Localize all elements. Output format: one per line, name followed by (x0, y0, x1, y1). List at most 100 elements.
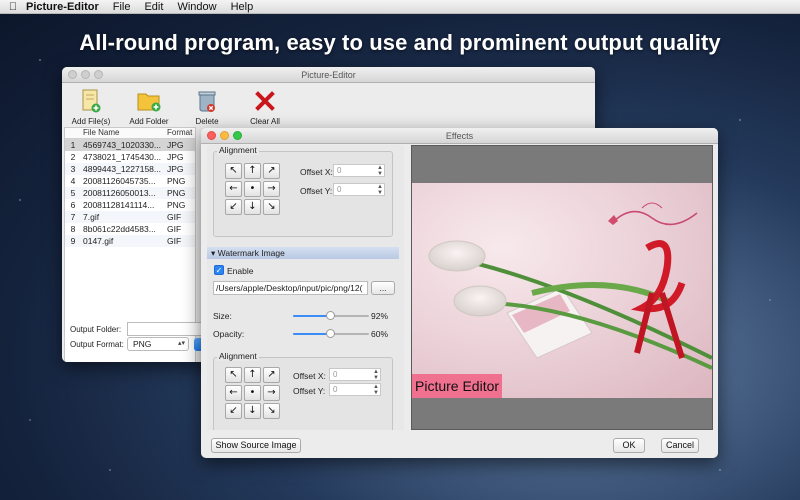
align-center-button[interactable]: • (244, 385, 261, 401)
format-cell: PNG (167, 200, 186, 210)
table-row[interactable]: 1 4569743_1020330... JPG (65, 139, 195, 151)
align-up-left-button[interactable]: ↖ (225, 367, 242, 383)
effects-bottom-bar: Show Source Image OK Cancel (201, 434, 718, 458)
align-down-button[interactable]: ↓ (244, 199, 261, 215)
main-titlebar[interactable]: Picture-Editor (62, 67, 595, 83)
minimize-icon[interactable] (220, 131, 229, 140)
offset-x-input-1[interactable]: 0 ▲ ▼ (333, 164, 385, 177)
file-name-cell: 8b061c22dd4583... (83, 224, 156, 234)
preview-area: Picture Editor (411, 145, 713, 430)
opacity-slider[interactable] (293, 329, 369, 338)
align-down-right-button[interactable]: ↘ (263, 199, 280, 215)
table-row[interactable]: 2 4738021_1745430... JPG (65, 151, 195, 163)
table-row[interactable]: 9 0147.gif GIF (65, 235, 195, 247)
align-right-button[interactable]: → (263, 385, 280, 401)
align-down-button[interactable]: ↓ (244, 403, 261, 419)
menu-edit[interactable]: Edit (144, 1, 163, 13)
offset-y-input-2[interactable]: 0 ▲ ▼ (329, 383, 381, 396)
browse-button[interactable]: ... (371, 281, 395, 295)
column-format[interactable]: Format (165, 128, 195, 138)
zoom-icon[interactable] (94, 70, 103, 79)
table-row[interactable]: 5 20081126050013... PNG (65, 187, 195, 199)
output-format-select[interactable]: PNG ▴▾ (127, 337, 189, 351)
offset-x-label-1: Offset X: (300, 167, 333, 177)
tulip-illustration (428, 202, 712, 370)
align-down-left-button[interactable]: ↙ (225, 403, 242, 419)
size-slider[interactable] (293, 311, 369, 320)
table-row[interactable]: 3 4899443_1227158... JPG (65, 163, 195, 175)
table-row[interactable]: 7 7.gif GIF (65, 211, 195, 223)
table-header: File Name Format (65, 128, 195, 139)
align-up-button[interactable]: ↑ (244, 367, 261, 383)
row-number: 2 (70, 152, 76, 162)
table-row[interactable]: 6 20081128141114... PNG (65, 199, 195, 211)
align-down-right-button[interactable]: ↘ (263, 403, 280, 419)
menu-help[interactable]: Help (231, 1, 254, 13)
chevron-updown-icon: ▴▾ (177, 340, 185, 347)
stepper-icon[interactable]: ▲ ▼ (373, 369, 379, 381)
row-number: 6 (70, 200, 76, 210)
delete-button[interactable]: Delete (178, 89, 236, 126)
add-folder-label: Add Folder (129, 117, 169, 126)
effects-settings-panel: Alignment ↖ ↑ ↗ ← • → ↙ ↓ ↘ Offset X: 0 ▲ ▼ Offse… (207, 145, 404, 430)
offset-y-label-1: Offset Y: (300, 186, 333, 196)
stepper-icon[interactable]: ▲ ▼ (373, 384, 379, 396)
output-folder-input[interactable] (127, 322, 202, 336)
apple-icon[interactable]:  (0, 1, 26, 13)
effects-window-title: Effects (445, 131, 474, 141)
align-up-button[interactable]: ↑ (244, 163, 261, 179)
format-cell: GIF (167, 212, 182, 222)
align-down-left-button[interactable]: ↙ (225, 199, 242, 215)
offset-y-input-1[interactable]: 0 ▲ ▼ (333, 183, 385, 196)
offset-x-input-2[interactable]: 0 ▲ ▼ (329, 368, 381, 381)
output-folder-label: Output Folder: (70, 325, 122, 334)
watermark-section-label: Watermark Image (217, 248, 285, 258)
watermark-text-overlay: Picture Editor (412, 374, 503, 398)
enable-checkbox[interactable]: ✓ (214, 265, 224, 275)
format-cell: JPG (167, 152, 184, 162)
align-up-right-button[interactable]: ↗ (263, 163, 280, 179)
menu-window[interactable]: Window (177, 1, 216, 13)
menu-file[interactable]: File (113, 1, 131, 13)
row-number: 9 (70, 236, 76, 246)
stepper-icon[interactable]: ▲ ▼ (377, 165, 383, 177)
align-up-right-button[interactable]: ↗ (263, 367, 280, 383)
minimize-icon[interactable] (81, 70, 90, 79)
red-x-icon (253, 89, 277, 113)
menu-app-name[interactable]: Picture-Editor (26, 1, 99, 13)
align-right-button[interactable]: → (263, 181, 280, 197)
effects-titlebar[interactable]: Effects (201, 128, 718, 144)
row-number: 8 (70, 224, 76, 234)
size-value: 92% (371, 311, 389, 321)
zoom-icon[interactable] (233, 131, 242, 140)
align-left-button[interactable]: ← (225, 385, 242, 401)
align-left-button[interactable]: ← (225, 181, 242, 197)
alignment-label-2: Alignment (217, 351, 259, 361)
opacity-label: Opacity: (213, 329, 245, 339)
alignment-grid-1: ↖ ↑ ↗ ← • → ↙ ↓ ↘ (225, 163, 280, 215)
stepper-icon[interactable]: ▲ ▼ (377, 184, 383, 196)
add-files-button[interactable]: Add File(s) (62, 89, 120, 126)
opacity-slider-knob[interactable] (326, 329, 335, 338)
show-source-image-button[interactable]: Show Source Image (211, 438, 301, 453)
close-icon[interactable] (207, 131, 216, 140)
add-folder-button[interactable]: Add Folder (120, 89, 178, 126)
clear-all-button[interactable]: Clear All (236, 89, 294, 126)
column-file-name[interactable]: File Name (81, 128, 165, 138)
align-up-left-button[interactable]: ↖ (225, 163, 242, 179)
table-row[interactable]: 4 20081126045735... PNG (65, 175, 195, 187)
checkmark-icon: ✓ (215, 266, 223, 275)
cancel-button[interactable]: Cancel (661, 438, 699, 453)
close-icon[interactable] (68, 70, 77, 79)
watermark-path-input[interactable]: /Users/apple/Desktop/input/pic/png/12( (213, 281, 368, 295)
offset-x-label-2: Offset X: (293, 371, 326, 381)
alignment-grid-2: ↖ ↑ ↗ ← • → ↙ ↓ ↘ (225, 367, 280, 419)
size-slider-knob[interactable] (326, 311, 335, 320)
output-format-label: Output Format: (70, 340, 124, 349)
watermark-image-section[interactable]: ▾ Watermark Image (207, 247, 399, 259)
offset-x-value-1: 0 (337, 166, 342, 175)
row-number: 7 (70, 212, 76, 222)
table-row[interactable]: 8 8b061c22dd4583... GIF (65, 223, 195, 235)
ok-button[interactable]: OK (613, 438, 645, 453)
align-center-button[interactable]: • (244, 181, 261, 197)
